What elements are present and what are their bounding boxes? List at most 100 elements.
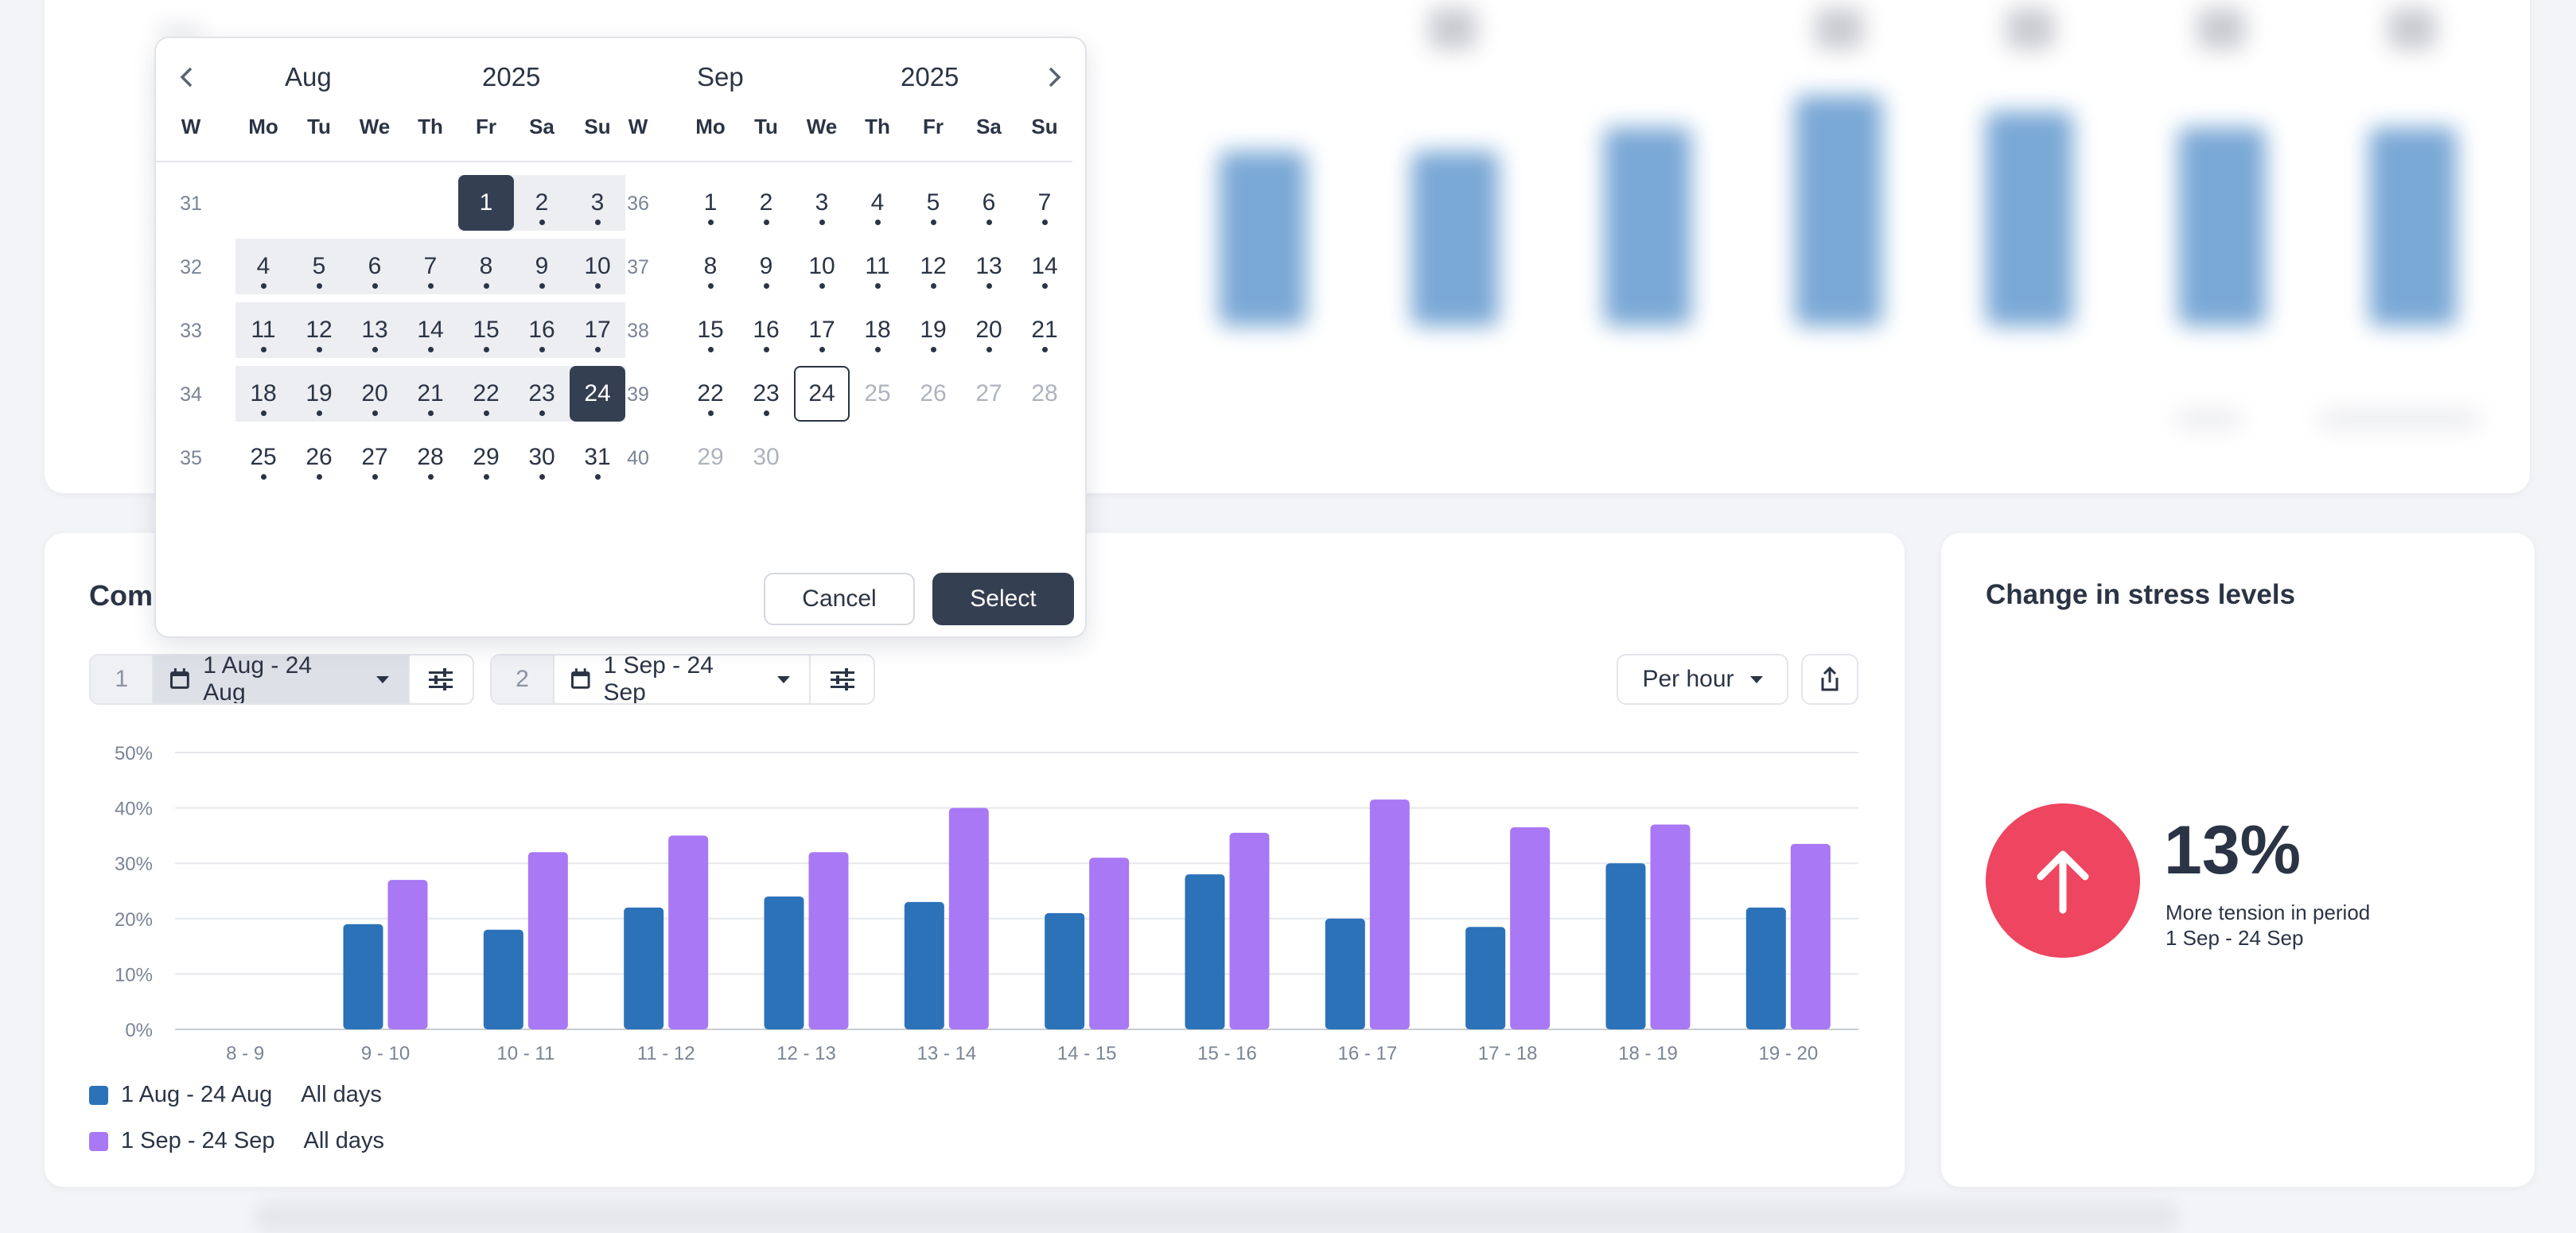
day-sep-18[interactable]: 18 [850,302,905,358]
legend-swatch [89,1131,108,1151]
day-aug-8[interactable]: 8 [458,239,514,294]
day-sep-20[interactable]: 20 [961,302,1017,358]
bar-series2-9[interactable] [1510,827,1551,1029]
day-sep-15[interactable]: 15 [683,302,738,358]
chevron-right-icon[interactable] [1042,65,1066,89]
day-sep-22[interactable]: 22 [683,366,738,422]
day-sep-17[interactable]: 17 [794,302,850,358]
day-aug-26[interactable]: 26 [291,430,347,485]
day-aug-18[interactable]: 18 [235,366,291,422]
day-aug-9[interactable]: 9 [514,239,570,294]
day-aug-7[interactable]: 7 [403,239,458,294]
bar-series2-3[interactable] [668,835,709,1029]
day-sep-6[interactable]: 6 [961,175,1017,231]
day-aug-4[interactable]: 4 [235,239,291,294]
bar-series2-5[interactable] [948,807,989,1029]
day-sep-11[interactable]: 11 [850,239,905,294]
day-aug-19[interactable]: 19 [291,366,347,422]
day-aug-30[interactable]: 30 [514,430,570,485]
day-sep-29[interactable]: 29 [683,430,738,485]
weekday-header: Mo [695,115,726,138]
bar-series1-1[interactable] [343,924,383,1029]
day-aug-16[interactable]: 16 [514,302,570,358]
day-sep-21[interactable]: 21 [1017,302,1072,358]
day-sep-27[interactable]: 27 [961,366,1017,422]
bar-series1-8[interactable] [1325,918,1365,1029]
day-aug-23[interactable]: 23 [514,366,570,422]
day-aug-2[interactable]: 2 [514,175,570,231]
day-aug-14[interactable]: 14 [403,302,458,358]
day-sep-9[interactable]: 9 [738,239,794,294]
day-aug-22[interactable]: 22 [458,366,514,422]
bar-series2-10[interactable] [1650,824,1691,1029]
bar-series2-6[interactable] [1089,858,1130,1029]
day-aug-20[interactable]: 20 [347,366,403,422]
bar-series1-4[interactable] [764,896,804,1029]
day-sep-30[interactable]: 30 [738,430,794,485]
day-sep-25[interactable]: 25 [850,366,905,422]
left-month[interactable]: Aug [285,62,332,92]
day-sep-2[interactable]: 2 [738,175,794,231]
select-button[interactable]: Select [932,573,1074,625]
day-aug-12[interactable]: 12 [291,302,347,358]
bar-series2-11[interactable] [1790,843,1831,1029]
day-sep-3[interactable]: 3 [794,175,850,231]
bar-series2-2[interactable] [527,852,568,1029]
right-month[interactable]: Sep [697,62,744,92]
day-aug-6[interactable]: 6 [347,239,403,294]
day-aug-1[interactable]: 1 [458,175,514,231]
data-dot [261,474,267,480]
data-dot [819,220,825,225]
bar-series1-2[interactable] [483,929,523,1029]
day-aug-25[interactable]: 25 [235,430,291,485]
bar-series1-5[interactable] [904,901,944,1029]
data-dot [539,410,545,416]
day-aug-11[interactable]: 11 [235,302,291,358]
day-sep-16[interactable]: 16 [738,302,794,358]
cancel-button[interactable]: Cancel [764,573,915,625]
day-sep-1[interactable]: 1 [683,175,738,231]
day-aug-28[interactable]: 28 [403,430,458,485]
day-sep-7[interactable]: 7 [1017,175,1072,231]
day-sep-13[interactable]: 13 [961,239,1017,294]
bar-series1-11[interactable] [1745,907,1786,1029]
day-aug-13[interactable]: 13 [347,302,403,358]
data-dot [875,283,881,289]
day-sep-28[interactable]: 28 [1017,366,1072,422]
day-aug-15[interactable]: 15 [458,302,514,358]
bar-series1-7[interactable] [1185,874,1225,1029]
day-sep-5[interactable]: 5 [905,175,961,231]
bar-series2-4[interactable] [808,852,849,1029]
day-number: 2 [759,189,773,216]
chevron-left-icon[interactable] [175,65,199,89]
day-sep-8[interactable]: 8 [683,239,738,294]
bar-series2-7[interactable] [1229,832,1270,1029]
day-aug-29[interactable]: 29 [458,430,514,485]
data-dot [484,410,489,416]
day-number: 17 [808,317,835,343]
right-year[interactable]: 2025 [901,62,959,92]
bar-series1-3[interactable] [624,907,664,1029]
x-tick-label: 9 - 10 [361,1043,410,1064]
day-sep-23[interactable]: 23 [738,366,794,422]
weekday-header: Sa [976,115,1002,138]
day-sep-14[interactable]: 14 [1017,239,1072,294]
left-year[interactable]: 2025 [482,62,540,92]
day-sep-26[interactable]: 26 [905,366,961,422]
bar-series1-9[interactable] [1465,927,1506,1029]
day-aug-21[interactable]: 21 [403,366,458,422]
legend-item-1[interactable]: 1 Aug - 24 Aug All days [89,1082,382,1108]
day-sep-10[interactable]: 10 [794,239,850,294]
day-aug-5[interactable]: 5 [291,239,347,294]
day-sep-19[interactable]: 19 [905,302,961,358]
day-sep-24[interactable]: 24 [794,366,850,422]
bar-series2-8[interactable] [1369,799,1410,1029]
day-aug-27[interactable]: 27 [347,430,403,485]
weekday-header: Fr [476,115,496,138]
bar-series2-1[interactable] [387,880,428,1029]
day-sep-4[interactable]: 4 [850,175,905,231]
day-sep-12[interactable]: 12 [905,239,961,294]
bar-series1-6[interactable] [1045,912,1085,1029]
legend-item-2[interactable]: 1 Sep - 24 Sep All days [89,1128,384,1154]
bar-series1-10[interactable] [1605,863,1646,1029]
